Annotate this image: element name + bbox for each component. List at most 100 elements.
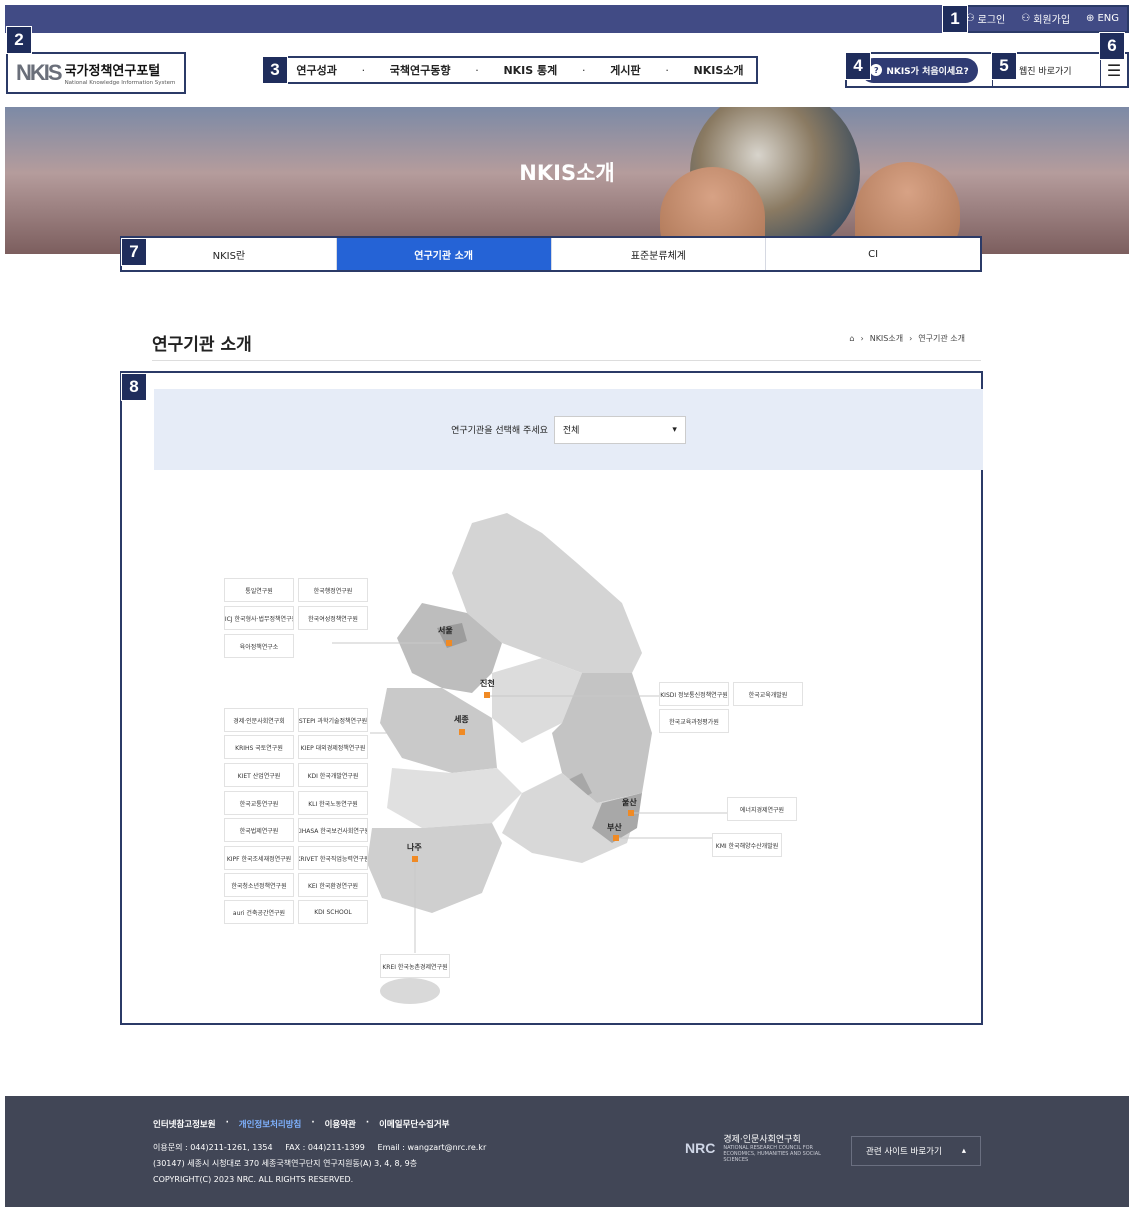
badge-1: 1	[942, 5, 968, 33]
badge-6: 6	[1099, 32, 1125, 60]
org-kiet[interactable]: KIET 산업연구원	[224, 763, 294, 787]
org-koti[interactable]: 한국교통연구원	[224, 791, 294, 815]
org-kmi[interactable]: KMI 한국해양수산개발원	[712, 833, 782, 857]
org-kiep[interactable]: KIEP 대외경제정책연구원	[298, 735, 368, 759]
city-label-sejong: 세종	[454, 715, 469, 724]
org-kisdi[interactable]: KISDI 정보통신정책연구원	[659, 682, 729, 706]
org-krivet[interactable]: KRIVET 한국직업능력연구원	[298, 846, 368, 870]
nrc-mark: NRC	[685, 1139, 716, 1156]
tab-classification[interactable]: 표준분류체계	[552, 238, 767, 270]
breadcrumb-separator: ›	[860, 334, 864, 343]
footer-link-reference[interactable]: 인터넷참고정보원	[153, 1118, 216, 1130]
nrc-logo: NRC 경제·인문사회연구회 NATIONAL RESEARCH COUNCIL…	[685, 1132, 843, 1163]
footer-copyright: COPYRIGHT(C) 2023 NRC. ALL RIGHTS RESERV…	[153, 1175, 354, 1184]
logo-text: 국가정책연구포털 National Knowledge Information …	[65, 60, 176, 86]
region-chungnam	[380, 688, 497, 773]
pin-busan[interactable]	[613, 835, 619, 841]
org-stepi[interactable]: STEPI 과학기술정책연구원	[298, 708, 368, 732]
org-kedi[interactable]: 한국교육개발원	[733, 682, 803, 706]
city-label-busan: 부산	[607, 823, 622, 832]
footer-link-email-policy[interactable]: 이메일무단수집거부	[379, 1118, 449, 1130]
breadcrumb-item-current: 연구기관 소개	[918, 334, 965, 343]
nav-item-stats[interactable]: NKIS 통계	[503, 62, 557, 78]
region-jeonnam	[367, 823, 502, 913]
org-keei[interactable]: 에너지경제연구원	[727, 797, 797, 821]
related-sites-dropdown[interactable]: 관련 사이트 바로가기 ▴	[851, 1136, 981, 1166]
badge-5: 5	[991, 52, 1017, 80]
breadcrumb-item[interactable]: NKIS소개	[870, 333, 903, 344]
org-krihs[interactable]: KRIHS 국토연구원	[224, 735, 294, 759]
pin-jincheon[interactable]	[484, 692, 490, 698]
org-kipf[interactable]: KIPF 한국조세재정연구원	[224, 846, 294, 870]
org-kipa[interactable]: 한국행정연구원	[298, 578, 368, 602]
webzine-label: 웹진 바로가기	[1019, 66, 1072, 77]
footer-link-terms[interactable]: 이용약관	[325, 1118, 356, 1130]
badge-4: 4	[845, 52, 871, 80]
nav-separator: ·	[361, 63, 366, 77]
org-kicj[interactable]: KICJ 한국형사·법무정책연구원	[224, 606, 294, 630]
org-auri[interactable]: auri 건축공간연구원	[224, 900, 294, 924]
pin-sejong[interactable]	[459, 729, 465, 735]
footer-separator: ·	[225, 1118, 229, 1128]
org-kei[interactable]: KEI 한국환경연구원	[298, 873, 368, 897]
nav-item-research[interactable]: 연구성과	[296, 62, 336, 78]
breadcrumb-separator: ›	[909, 334, 913, 343]
region-jeonbuk	[387, 768, 522, 828]
region-jeju	[380, 978, 440, 1004]
question-icon: ?	[870, 64, 883, 76]
tab-ci[interactable]: CI	[766, 238, 980, 270]
org-kdi[interactable]: KDI 한국개발연구원	[298, 763, 368, 787]
nav-separator: ·	[582, 63, 586, 77]
caret-up-icon: ▴	[961, 1146, 966, 1156]
org-krei[interactable]: KREI 한국농촌경제연구원	[380, 954, 450, 978]
hero-title: NKIS소개	[519, 161, 615, 185]
org-kwdi[interactable]: 한국여성정책연구원	[298, 606, 368, 630]
badge-8: 8	[121, 373, 147, 401]
footer-separator: ·	[365, 1118, 370, 1128]
nav-separator: ·	[475, 63, 479, 77]
badge-2: 2	[6, 26, 32, 54]
pin-seoul[interactable]	[446, 640, 452, 646]
org-kdi-school[interactable]: KDI SCHOOL	[298, 900, 368, 924]
nav-separator: ·	[665, 63, 669, 77]
city-label-ulsan: 울산	[622, 798, 637, 807]
org-kihasa[interactable]: KIHASA 한국보건사회연구원	[298, 818, 368, 842]
nav-item-about[interactable]: NKIS소개	[694, 62, 744, 78]
nav-item-board[interactable]: 게시판	[610, 62, 640, 78]
first-visit-button[interactable]: ? NKIS가 처음이세요?	[861, 57, 978, 83]
home-icon[interactable]: ⌂	[849, 334, 854, 343]
site-logo[interactable]: NKIS 국가정책연구포털 National Knowledge Informa…	[6, 52, 186, 94]
header-actions: ? NKIS가 처음이세요? 웹진 바로가기 ☰	[845, 52, 1129, 88]
breadcrumb: ⌂ › NKIS소개 › 연구기관 소개	[849, 333, 965, 344]
logo-subtitle: National Knowledge Information System	[64, 80, 176, 86]
page-title: 연구기관 소개	[152, 335, 252, 355]
org-kicce[interactable]: 육아정책연구소	[224, 634, 294, 658]
nrc-english: NATIONAL RESEARCH COUNCIL FOR ECONOMICS,…	[723, 1145, 821, 1163]
pin-ulsan[interactable]	[628, 810, 634, 816]
first-visit-label: NKIS가 처음이세요?	[886, 66, 969, 77]
footer-link-privacy[interactable]: 개인정보처리방침	[239, 1118, 302, 1130]
nrc-text: 경제·인문사회연구회 NATIONAL RESEARCH COUNCIL FOR…	[723, 1132, 843, 1163]
badge-7: 7	[121, 238, 147, 266]
frame-1	[942, 5, 1129, 33]
korea-map	[332, 513, 727, 1004]
institute-map-panel: 연구기관을 선택해 주세요 전체 ▾ 서울 진천 세종 울산 부산 나주 통일연…	[120, 371, 983, 1025]
tab-nkis-intro[interactable]: NKIS란	[122, 238, 337, 270]
footer-contact: 이용문의 : 044)211-1261, 1354 FAX : 044)211-…	[153, 1143, 487, 1152]
footer-separator: ·	[311, 1118, 315, 1128]
tab-institutes[interactable]: 연구기관 소개	[336, 238, 552, 270]
org-kinu[interactable]: 통일연구원	[224, 578, 294, 602]
org-nypi[interactable]: 한국청소년정책연구원	[224, 873, 294, 897]
org-nrc[interactable]: 경제·인문사회연구회	[224, 708, 294, 732]
city-label-seoul: 서울	[438, 626, 453, 635]
org-klri[interactable]: 한국법제연구원	[224, 818, 294, 842]
site-footer: 인터넷참고정보원 · 개인정보처리방침 · 이용약관 · 이메일무단수집거부 이용문의…	[5, 1096, 1129, 1207]
pin-naju[interactable]	[412, 856, 418, 862]
org-kli[interactable]: KLI 한국노동연구원	[298, 791, 368, 815]
city-label-naju: 나주	[407, 843, 422, 852]
sub-tabs: NKIS란 연구기관 소개 표준분류체계 CI	[120, 236, 982, 272]
org-kice[interactable]: 한국교육과정평가원	[659, 709, 729, 733]
main-navigation: 연구성과 · 국책연구동향 · NKIS 통계 · 게시판 · NKIS소개	[262, 56, 758, 84]
badge-3: 3	[262, 56, 288, 84]
nav-item-trends[interactable]: 국책연구동향	[390, 62, 451, 78]
